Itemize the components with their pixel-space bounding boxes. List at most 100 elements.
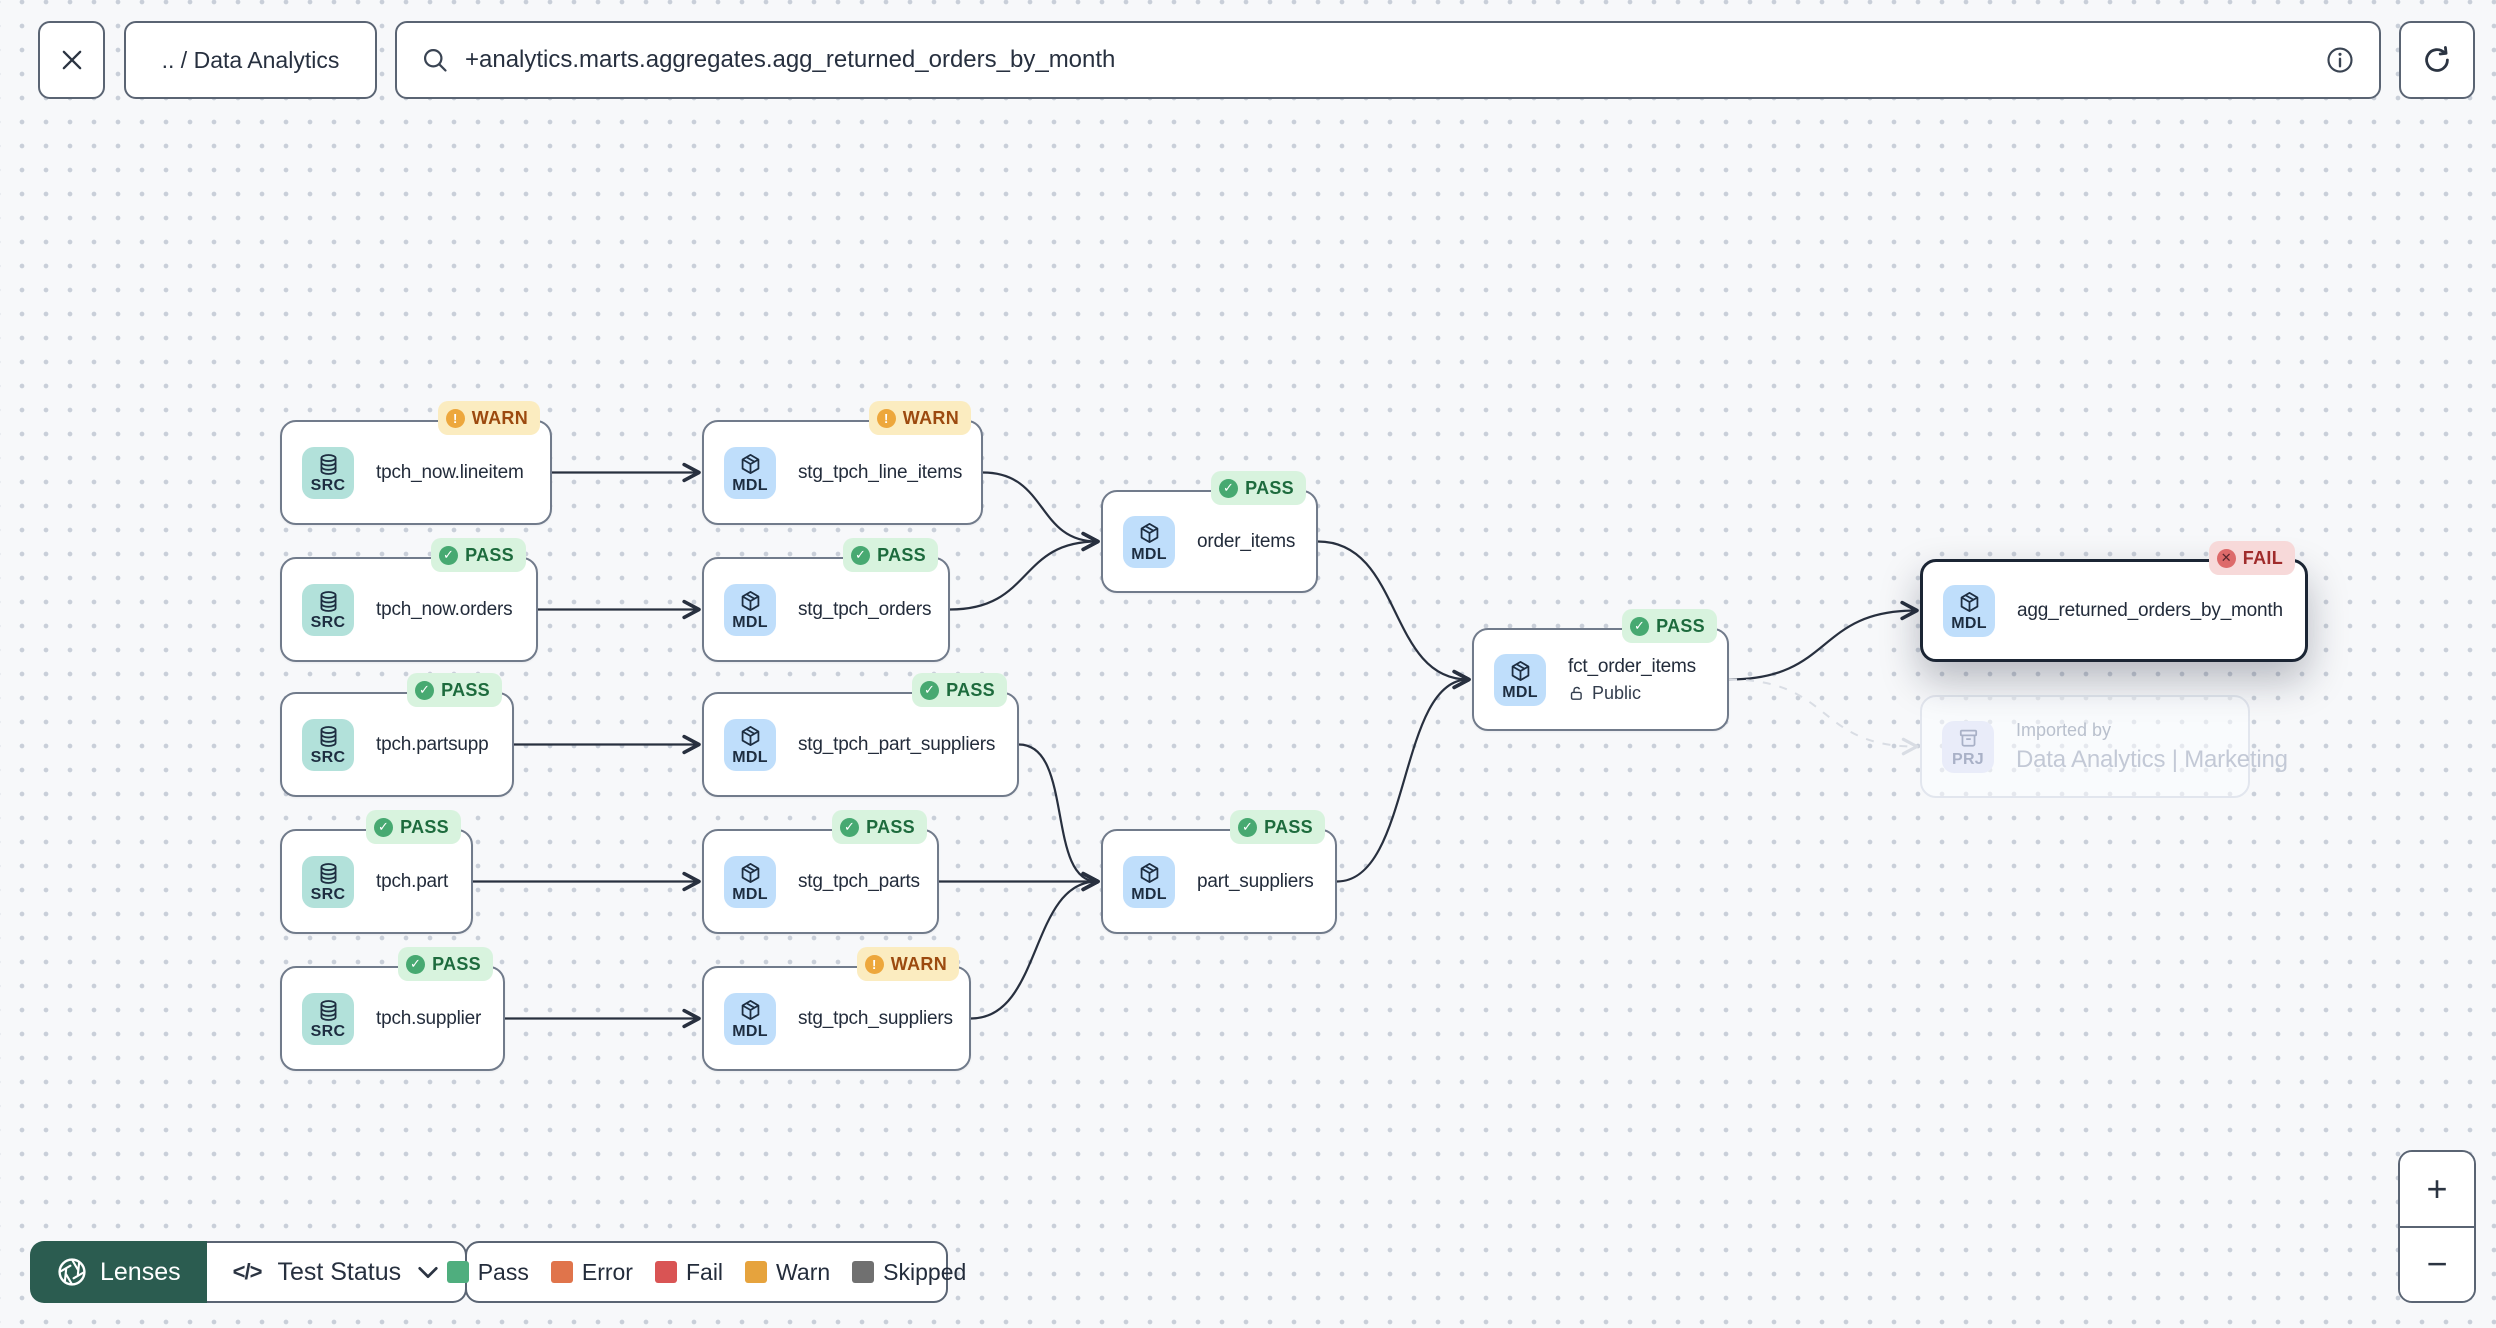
node-imported_by_project[interactable]: PRJ Imported by Data Analytics | Marketing [1920,695,2288,798]
status-badge: ✓ PASS [843,538,938,572]
cube-icon: MDL [724,718,776,771]
close-button[interactable] [38,21,105,99]
legend-label: Pass [477,1258,529,1285]
info-icon[interactable] [2325,45,2355,75]
breadcrumb[interactable]: .. / Data Analytics [124,21,377,99]
status-label: WARN [890,953,947,974]
node-label: stg_tpch_suppliers [798,1007,953,1029]
status-dot-icon: ! [876,408,896,428]
legend-label: Skipped [883,1258,967,1285]
cube-icon: MDL [724,855,776,908]
node-type-label: MDL [732,613,768,631]
legend-swatch [446,1261,469,1283]
node-tpch_part[interactable]: ✓ PASS SRC tpch.part [280,810,473,934]
status-dot-icon: ✓ [920,680,940,700]
status-dot-icon: ✓ [1219,478,1239,498]
node-type-label: MDL [732,885,768,903]
lineage-edges [473,462,1919,1029]
node-type-label: MDL [732,476,768,494]
edge-stg_tpch_line_items-to-order_items [982,471,1100,552]
status-badge: ✓ PASS [431,538,526,572]
status-label: PASS [946,679,995,700]
status-badge: ! WARN [868,401,971,435]
database-icon: SRC [302,446,354,499]
zoom-in-button[interactable]: + [2400,1152,2474,1228]
breadcrumb-label: .. / Data Analytics [161,46,340,73]
cube-icon: MDL [724,583,776,636]
status-label: WARN [471,407,528,428]
close-icon [62,50,81,70]
node-part_suppliers[interactable]: ✓ PASS MDL part_suppliers [1101,810,1337,934]
legend-swatch [654,1261,677,1283]
status-badge: ✓ PASS [1211,471,1306,505]
node-label: tpch_now.orders [376,598,513,620]
status-dot-icon: ✓ [1238,817,1258,837]
node-type-label: MDL [732,748,768,766]
status-label: PASS [877,544,926,565]
node-stg_tpch_orders[interactable]: ✓ PASS MDL stg_tpch_orders [702,538,950,662]
node-tpch_now_lineitem[interactable]: ! WARN SRC tpch_now.lineitem [280,401,552,525]
node-stg_tpch_parts[interactable]: ✓ PASS MDL stg_tpch_parts [702,810,939,934]
legend-swatch [550,1261,573,1283]
chevron-down-icon [418,1266,438,1278]
status-label: PASS [465,544,514,565]
node-label: tpch.supplier [376,1007,482,1029]
node-tpch_partsupp[interactable]: ✓ PASS SRC tpch.partsupp [280,673,514,797]
legend-item-fail: Fail [654,1259,723,1286]
node-label: stg_tpch_line_items [798,461,963,483]
node-stg_tpch_part_suppliers[interactable]: ✓ PASS MDL stg_tpch_part_suppliers [702,673,1019,797]
node-label: stg_tpch_orders [798,598,932,620]
node-agg_returned_orders_by_month[interactable]: ✕ FAIL MDL agg_returned_orders_by_month [1920,541,2308,662]
legend-item-skipped: Skipped [852,1259,966,1286]
status-badge: ✓ PASS [398,947,493,981]
node-stg_tpch_line_items[interactable]: ! WARN MDL stg_tpch_line_items [702,401,983,525]
status-dot-icon: ✓ [851,545,871,565]
legend-item-error: Error [550,1259,633,1286]
legend-swatch [745,1261,768,1283]
status-dot-icon: ✓ [374,817,394,837]
node-tpch_now_orders[interactable]: ✓ PASS SRC tpch_now.orders [280,538,538,662]
status-badge: ✓ PASS [1230,810,1325,844]
search-input[interactable] [465,46,2309,74]
zoom-out-button[interactable]: − [2400,1227,2474,1301]
status-badge: ✓ PASS [407,673,502,707]
status-label: PASS [441,679,490,700]
status-label: PASS [432,953,481,974]
node-type-label: MDL [1951,614,1987,632]
lens-selector[interactable]: </> Test Status [206,1241,468,1303]
node-type-label: MDL [1131,885,1167,903]
zoom-controls: + − [2398,1150,2476,1303]
status-badge: ✓ PASS [832,810,927,844]
node-tpch_supplier[interactable]: ✓ PASS SRC tpch.supplier [280,947,505,1071]
lineage-canvas[interactable]: ! WARN SRC tpch_now.lineitem! WARN MDL stg_tpc… [0,0,2496,1328]
node-kicker: Imported by [2016,719,2112,740]
node-access: Public [1568,683,1696,704]
node-label: fct_order_items [1568,655,1696,677]
node-type-label: SRC [310,885,346,903]
status-badge: ✓ PASS [912,673,1007,707]
legend-item-warn: Warn [745,1259,830,1286]
node-type-label: MDL [1131,545,1167,563]
node-type-label: MDL [1502,683,1538,701]
node-order_items[interactable]: ✓ PASS MDL order_items [1101,471,1318,593]
status-dot-icon: ✓ [1630,616,1650,636]
node-fct_order_items[interactable]: ✓ PASS MDL fct_order_items Public [1472,609,1729,731]
edge-stg_tpch_suppliers-to-part_suppliers [970,871,1100,1020]
search-bar[interactable] [395,21,2381,99]
cube-icon: MDL [724,446,776,499]
lenses-button[interactable]: Lenses [30,1241,207,1303]
node-type-label: SRC [310,476,346,494]
node-label: tpch.part [376,870,449,892]
status-dot-icon: ✓ [840,817,860,837]
legend-swatch [852,1261,875,1283]
status-label: PASS [400,816,449,837]
node-type-label: SRC [310,1022,346,1040]
legend-label: Warn [776,1258,831,1285]
node-type-label: MDL [732,1022,768,1040]
refresh-button[interactable] [2399,21,2475,99]
status-label: PASS [1245,477,1294,498]
cube-icon: MDL [1123,855,1175,908]
edge-fct_order_items-to-agg_returned_orders_by_month [1728,600,1919,681]
edge-stg_tpch_part_suppliers-to-part_suppliers [1018,743,1100,892]
node-stg_tpch_suppliers[interactable]: ! WARN MDL stg_tpch_suppliers [702,947,971,1071]
